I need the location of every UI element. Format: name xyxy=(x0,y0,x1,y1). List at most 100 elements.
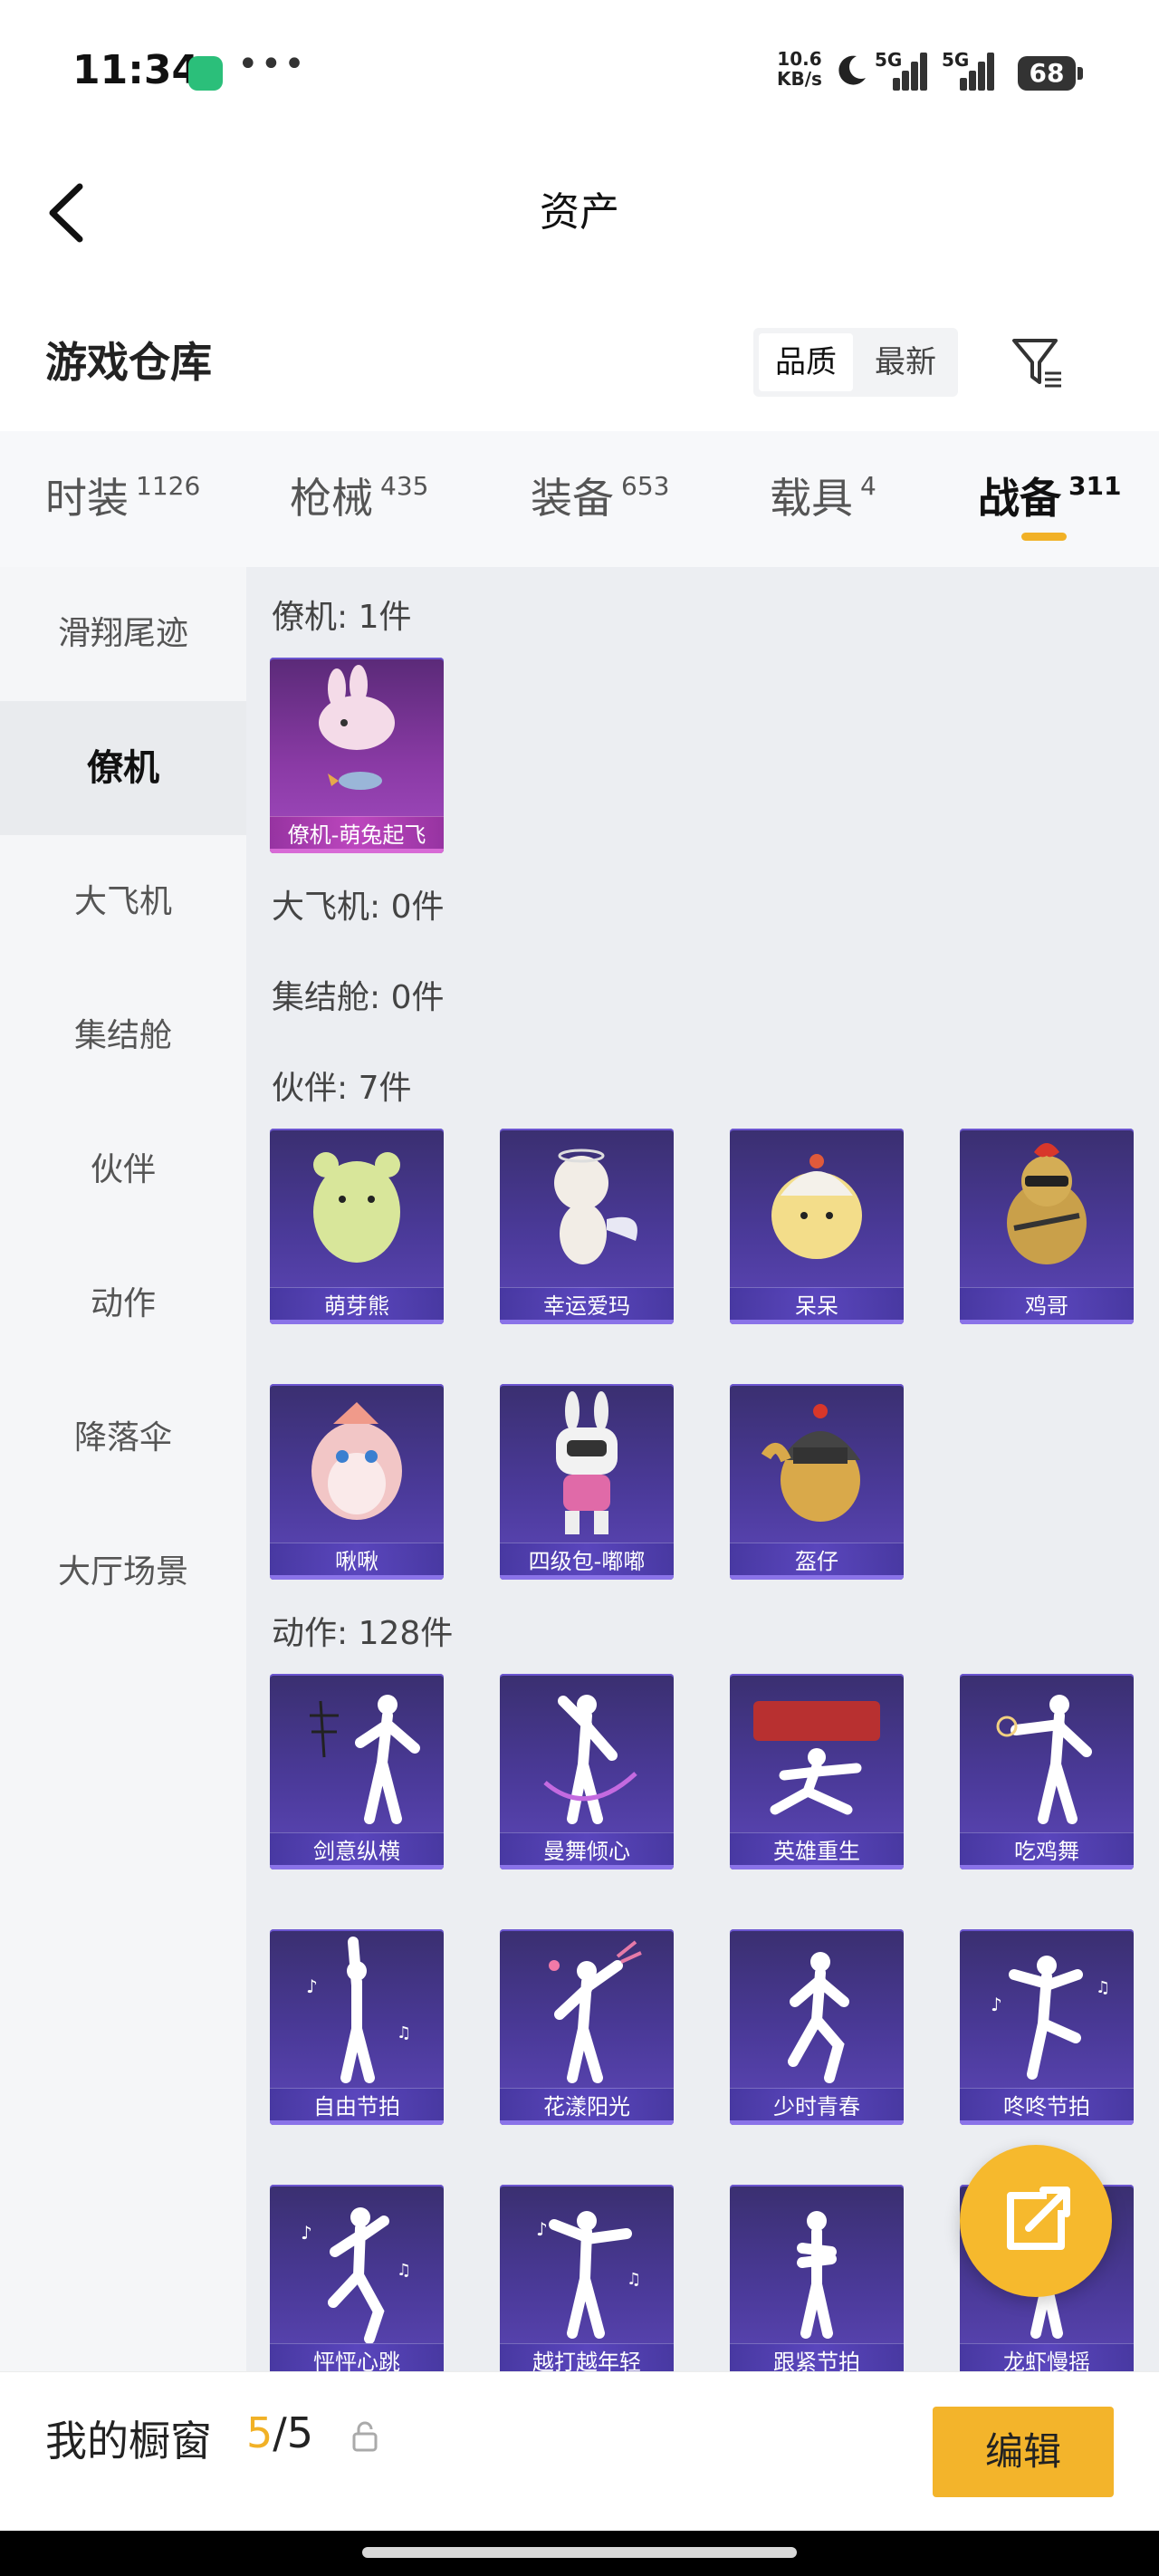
item-card-label: 鸡哥 xyxy=(960,1287,1134,1324)
bird-thumbnail xyxy=(311,1402,402,1520)
item-card-emote[interactable]: 吃鸡舞 xyxy=(960,1674,1134,1870)
item-card-label: 幸运爱玛 xyxy=(500,1287,674,1324)
network-speed-value: 10.6 xyxy=(777,48,822,70)
item-card-label: 英雄重生 xyxy=(730,1832,904,1870)
sidebar-item-big-plane[interactable]: 大飞机 xyxy=(0,835,246,969)
emote-figure-thumbnail xyxy=(797,2211,837,2339)
card-quality-bar xyxy=(960,1320,1134,1324)
tab-fashion[interactable]: 时装 1126 xyxy=(45,466,200,529)
bear-thumbnail xyxy=(313,1152,400,1263)
tab-label: 枪械 xyxy=(290,474,373,523)
item-card-wingman[interactable]: 僚机-萌兔起飞 xyxy=(270,658,444,853)
section-title-wingman: 僚机: 1件 xyxy=(272,599,412,636)
signal-icon-2: 5G xyxy=(942,49,1005,91)
tab-count: 311 xyxy=(1068,471,1122,501)
item-card-partner[interactable]: 呆呆 xyxy=(730,1129,904,1324)
tab-label: 装备 xyxy=(531,474,614,523)
page-title: 资产 xyxy=(540,189,619,235)
tab-equipment[interactable]: 装备 653 xyxy=(531,466,669,529)
item-card-emote[interactable]: ♪ ♫ 越打越年轻 xyxy=(500,2185,674,2379)
item-card-emote[interactable]: ♪ ♫ 怦怦心跳 xyxy=(270,2185,444,2379)
sidebar-item-glide-trail[interactable]: 滑翔尾迹 xyxy=(0,567,246,701)
network-speed-unit: KB/s xyxy=(777,68,822,90)
sidebar-item-partner[interactable]: 伙伴 xyxy=(0,1103,246,1237)
category-tabs: 时装 1126 枪械 435 装备 653 载具 4 战备 311 xyxy=(0,431,1159,567)
item-card-label: 呆呆 xyxy=(730,1287,904,1324)
card-quality-bar xyxy=(730,1865,904,1870)
section-title-assembly-pod: 集结舱: 0件 xyxy=(272,979,445,1016)
wechat-notification-icon xyxy=(188,56,223,91)
card-quality-bar xyxy=(270,1320,444,1324)
showcase-count-current: 5 xyxy=(246,2408,273,2457)
svg-text:♪: ♪ xyxy=(301,2222,312,2244)
showcase-count-total: /5 xyxy=(273,2408,314,2457)
tab-guns[interactable]: 枪械 435 xyxy=(290,466,428,529)
signal-label-2: 5G xyxy=(942,49,970,71)
showcase-bar: 我的橱窗 5/5 编辑 xyxy=(0,2371,1159,2532)
showcase-label: 我的橱窗 xyxy=(45,2417,212,2465)
item-card-label: 萌芽熊 xyxy=(270,1287,444,1324)
status-time: 11:34 xyxy=(72,47,200,93)
card-quality-bar xyxy=(270,1575,444,1580)
item-card-emote[interactable]: 跟紧节拍 xyxy=(730,2185,904,2379)
sidebar: 滑翔尾迹 僚机 大飞机 集结舱 伙伴 动作 降落伞 大厅场景 xyxy=(0,567,246,2379)
share-button[interactable] xyxy=(960,2145,1112,2297)
edit-button[interactable]: 编辑 xyxy=(933,2407,1114,2497)
do-not-disturb-moon-icon xyxy=(838,55,866,85)
chick-thumbnail xyxy=(771,1154,862,1259)
section-title-emotes: 动作: 128件 xyxy=(272,1615,454,1652)
sidebar-item-parachute[interactable]: 降落伞 xyxy=(0,1371,246,1505)
item-card-partner[interactable]: 鸡哥 xyxy=(960,1129,1134,1324)
warehouse-title: 游戏仓库 xyxy=(45,338,212,387)
item-card-emote[interactable]: 英雄重生 xyxy=(730,1674,904,1870)
tab-label: 战备 xyxy=(978,474,1061,523)
sidebar-item-emote[interactable]: 动作 xyxy=(0,1237,246,1371)
item-card-label: 咚咚节拍 xyxy=(960,2088,1134,2125)
card-quality-bar xyxy=(500,1865,674,1870)
signal-label-1: 5G xyxy=(875,49,903,71)
item-card-emote[interactable]: ♪ ♫ 自由节拍 xyxy=(270,1929,444,2125)
item-grid-panel: 僚机: 1件 僚机-萌兔起飞 大飞机: 0件 集结舱: 0件 伙伴: 7件 萌芽… xyxy=(246,567,1159,2379)
item-card-partner[interactable]: 四级包-嘟嘟 xyxy=(500,1384,674,1580)
card-quality-bar xyxy=(270,849,444,853)
sidebar-item-lobby-scene[interactable]: 大厅场景 xyxy=(0,1505,246,1639)
sort-quality-button[interactable]: 品质 xyxy=(759,333,853,391)
item-card-partner[interactable]: 啾啾 xyxy=(270,1384,444,1580)
tab-battle-prep[interactable]: 战备 311 xyxy=(978,466,1121,529)
filter-icon[interactable] xyxy=(1009,333,1067,391)
home-gesture-bar[interactable] xyxy=(362,2547,797,2558)
svg-text:♪: ♪ xyxy=(306,1975,318,1997)
sort-newest-button[interactable]: 最新 xyxy=(858,333,953,391)
robot-bunny-thumbnail xyxy=(556,1391,618,1534)
card-quality-bar xyxy=(730,1575,904,1580)
card-quality-bar xyxy=(500,2120,674,2125)
sidebar-item-assembly-pod[interactable]: 集结舱 xyxy=(0,969,246,1103)
angel-sheep-thumbnail xyxy=(554,1149,637,1264)
emote-figure-thumbnail xyxy=(753,1701,880,1815)
tab-count: 1126 xyxy=(136,471,201,501)
section-title-partners: 伙伴: 7件 xyxy=(272,1070,412,1107)
tab-count: 435 xyxy=(380,471,429,501)
item-card-emote[interactable]: ♪ ♫ 咚咚节拍 xyxy=(960,1929,1134,2125)
item-card-emote[interactable]: 少时青春 xyxy=(730,1929,904,2125)
item-card-partner[interactable]: 盔仔 xyxy=(730,1384,904,1580)
item-card-partner[interactable]: 萌芽熊 xyxy=(270,1129,444,1324)
tab-vehicles[interactable]: 载具 4 xyxy=(770,466,876,529)
item-card-label: 盔仔 xyxy=(730,1543,904,1580)
showcase-count: 5/5 xyxy=(246,2408,313,2457)
sidebar-item-wingman[interactable]: 僚机 xyxy=(0,701,246,835)
share-external-icon xyxy=(1007,2187,1070,2250)
helmet-chick-thumbnail xyxy=(761,1404,860,1522)
emote-figure-thumbnail xyxy=(788,1952,849,2083)
item-card-partner[interactable]: 幸运爱玛 xyxy=(500,1129,674,1324)
svg-text:♫: ♫ xyxy=(1096,1978,1110,1997)
item-card-emote[interactable]: 剑意纵横 xyxy=(270,1674,444,1870)
card-quality-bar xyxy=(500,1320,674,1324)
more-notifications-icon: ••• xyxy=(237,43,307,85)
item-card-emote[interactable]: 花漾阳光 xyxy=(500,1929,674,2125)
item-card-emote[interactable]: 曼舞倾心 xyxy=(500,1674,674,1870)
rooster-thumbnail xyxy=(1007,1143,1087,1264)
svg-text:♫: ♫ xyxy=(627,2270,641,2289)
card-quality-bar xyxy=(960,2120,1134,2125)
item-card-label: 花漾阳光 xyxy=(500,2088,674,2125)
